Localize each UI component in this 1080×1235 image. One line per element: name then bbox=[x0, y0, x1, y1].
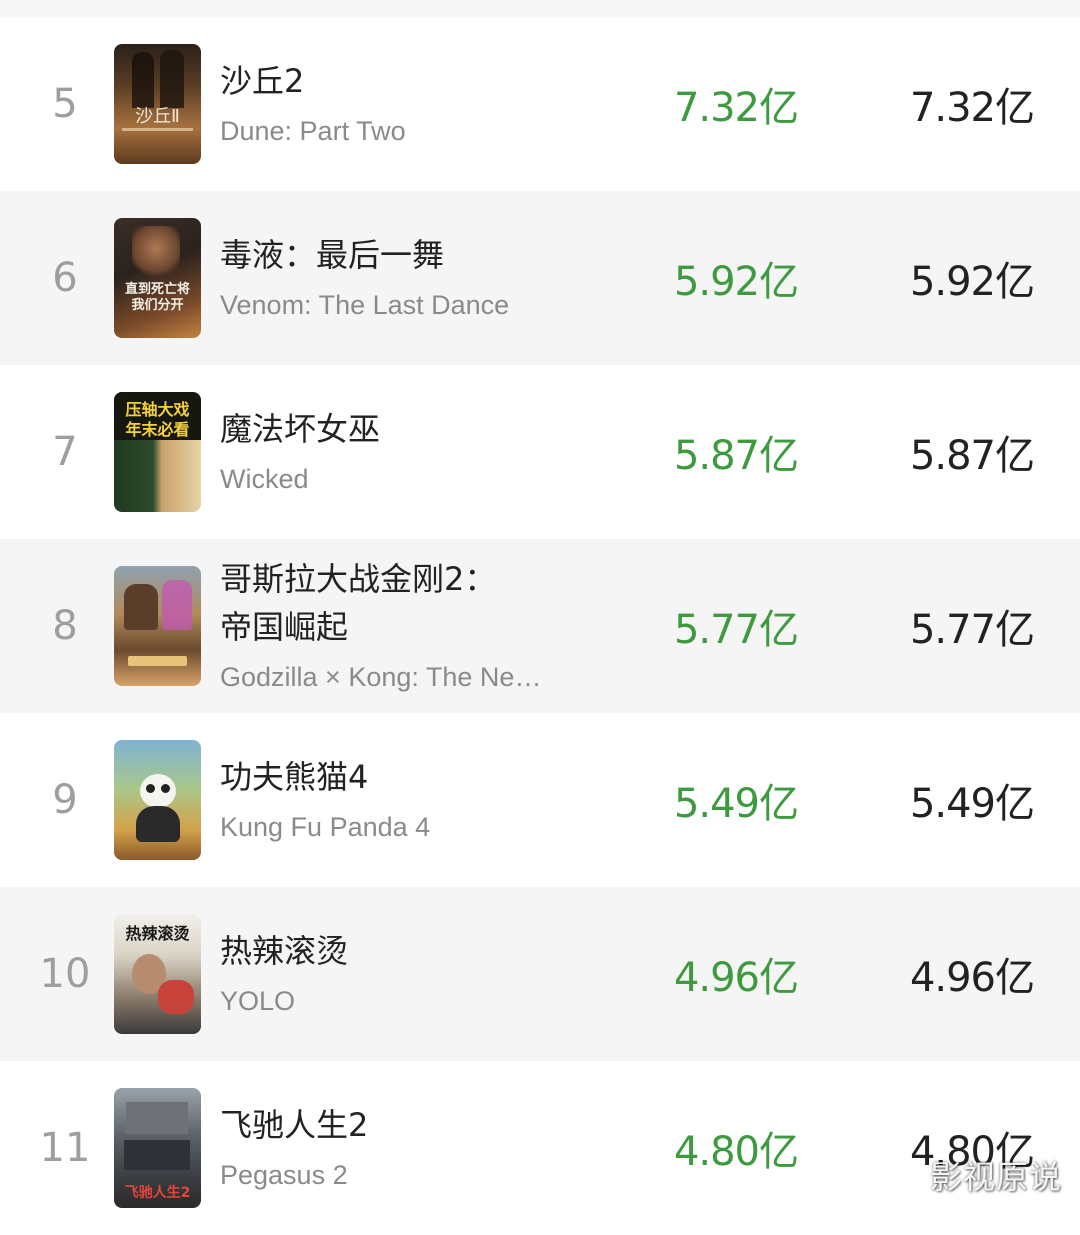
rank-number: 10 bbox=[39, 951, 91, 997]
gross-secondary: 7.32亿 bbox=[909, 85, 1035, 131]
movie-title-en: Kung Fu Panda 4 bbox=[220, 812, 431, 842]
rank-number: 6 bbox=[52, 255, 78, 301]
list-item[interactable]: 10 热辣滚烫 热辣滚烫 YOLO 4.96亿 4.96亿 bbox=[0, 887, 1080, 1061]
gross-secondary: 5.77亿 bbox=[909, 607, 1035, 653]
movie-poster[interactable]: 直到死亡将我们分开 bbox=[114, 218, 201, 338]
gross-primary: 5.92亿 bbox=[673, 259, 799, 305]
movie-title-cn: 热辣滚烫 bbox=[220, 932, 349, 970]
movie-title-cn: 沙丘2 bbox=[220, 62, 305, 100]
movie-title-en: Godzilla × Kong: The New Empire bbox=[220, 662, 555, 692]
list-item[interactable]: 5 沙丘Ⅱ 沙丘2 Dune: Part Two 7.32亿 7.32亿 bbox=[0, 17, 1080, 191]
movie-poster[interactable]: 沙丘Ⅱ bbox=[114, 44, 201, 164]
movie-titles: 魔法坏女巫 Wicked bbox=[220, 405, 570, 499]
gross-primary: 7.32亿 bbox=[673, 85, 799, 131]
poster-title-text: 压轴大戏年末必看 bbox=[125, 400, 190, 439]
list-item[interactable]: 11 飞驰人生2 飞驰人生2 Pegasus 2 4.80亿 4.80亿 bbox=[0, 1061, 1080, 1235]
list-item[interactable]: 7 压轴大戏年末必看 魔法坏女巫 Wicked 5.87亿 5.87亿 bbox=[0, 365, 1080, 539]
movie-poster[interactable]: 飞驰人生2 bbox=[114, 1088, 201, 1208]
movie-title-en: Venom: The Last Dance bbox=[220, 290, 510, 320]
poster-title-text: 热辣滚烫 bbox=[125, 924, 190, 943]
poster-title-text: 沙丘Ⅱ bbox=[135, 106, 180, 127]
rank-number: 9 bbox=[52, 777, 78, 823]
movie-poster[interactable] bbox=[114, 566, 201, 686]
movie-poster[interactable]: 热辣滚烫 bbox=[114, 914, 201, 1034]
movie-title-cn: 毒液：最后一舞 bbox=[220, 236, 445, 274]
gross-secondary: 5.49亿 bbox=[909, 781, 1035, 827]
gross-primary: 5.49亿 bbox=[673, 781, 799, 827]
movie-poster[interactable]: 压轴大戏年末必看 bbox=[114, 392, 201, 512]
poster-title-text: 直到死亡将我们分开 bbox=[124, 282, 190, 313]
movie-title-en: Wicked bbox=[220, 464, 309, 494]
gross-primary: 4.96亿 bbox=[673, 955, 799, 1001]
gross-primary: 5.87亿 bbox=[673, 433, 799, 479]
gross-secondary: 4.96亿 bbox=[909, 955, 1035, 1001]
movie-title-cn: 魔法坏女巫 bbox=[220, 410, 381, 448]
movie-title-cn: 功夫熊猫4 bbox=[220, 758, 369, 796]
list-item[interactable]: 8 哥斯拉大战金刚2：帝国崛起 Godzilla × Kong: The New… bbox=[0, 539, 1080, 713]
movie-title-en: YOLO bbox=[220, 986, 296, 1016]
watermark-text: 影视原说 bbox=[929, 1158, 1062, 1196]
movie-titles: 热辣滚烫 YOLO bbox=[220, 927, 570, 1021]
gross-primary: 5.77亿 bbox=[673, 607, 799, 653]
movie-titles: 毒液：最后一舞 Venom: The Last Dance bbox=[220, 231, 570, 325]
gross-secondary: 5.87亿 bbox=[909, 433, 1035, 479]
poster-title-text: 飞驰人生2 bbox=[124, 1185, 191, 1201]
gross-secondary: 5.92亿 bbox=[909, 259, 1035, 305]
movie-titles: 功夫熊猫4 Kung Fu Panda 4 bbox=[220, 753, 570, 847]
rank-number: 8 bbox=[52, 603, 78, 649]
movie-title-cn: 哥斯拉大战金刚2：帝国崛起 bbox=[220, 560, 497, 646]
movie-titles: 哥斯拉大战金刚2：帝国崛起 Godzilla × Kong: The New E… bbox=[220, 555, 570, 697]
movie-titles: 飞驰人生2 Pegasus 2 bbox=[220, 1101, 570, 1195]
list-item[interactable]: 6 直到死亡将我们分开 毒液：最后一舞 Venom: The Last Danc… bbox=[0, 191, 1080, 365]
rank-number: 5 bbox=[52, 81, 78, 127]
gross-primary: 4.80亿 bbox=[673, 1129, 799, 1175]
movie-title-en: Dune: Part Two bbox=[220, 116, 406, 146]
box-office-list: 5 沙丘Ⅱ 沙丘2 Dune: Part Two 7.32亿 7.32亿 6 直… bbox=[0, 17, 1080, 1235]
movie-title-en: Pegasus 2 bbox=[220, 1160, 348, 1190]
movie-poster[interactable] bbox=[114, 740, 201, 860]
movie-title-cn: 飞驰人生2 bbox=[220, 1106, 369, 1144]
movie-titles: 沙丘2 Dune: Part Two bbox=[220, 57, 570, 151]
rank-number: 11 bbox=[39, 1125, 91, 1171]
list-item[interactable]: 9 功夫熊猫4 Kung Fu Panda 4 5.49亿 5.49亿 bbox=[0, 713, 1080, 887]
rank-number: 7 bbox=[52, 429, 78, 475]
